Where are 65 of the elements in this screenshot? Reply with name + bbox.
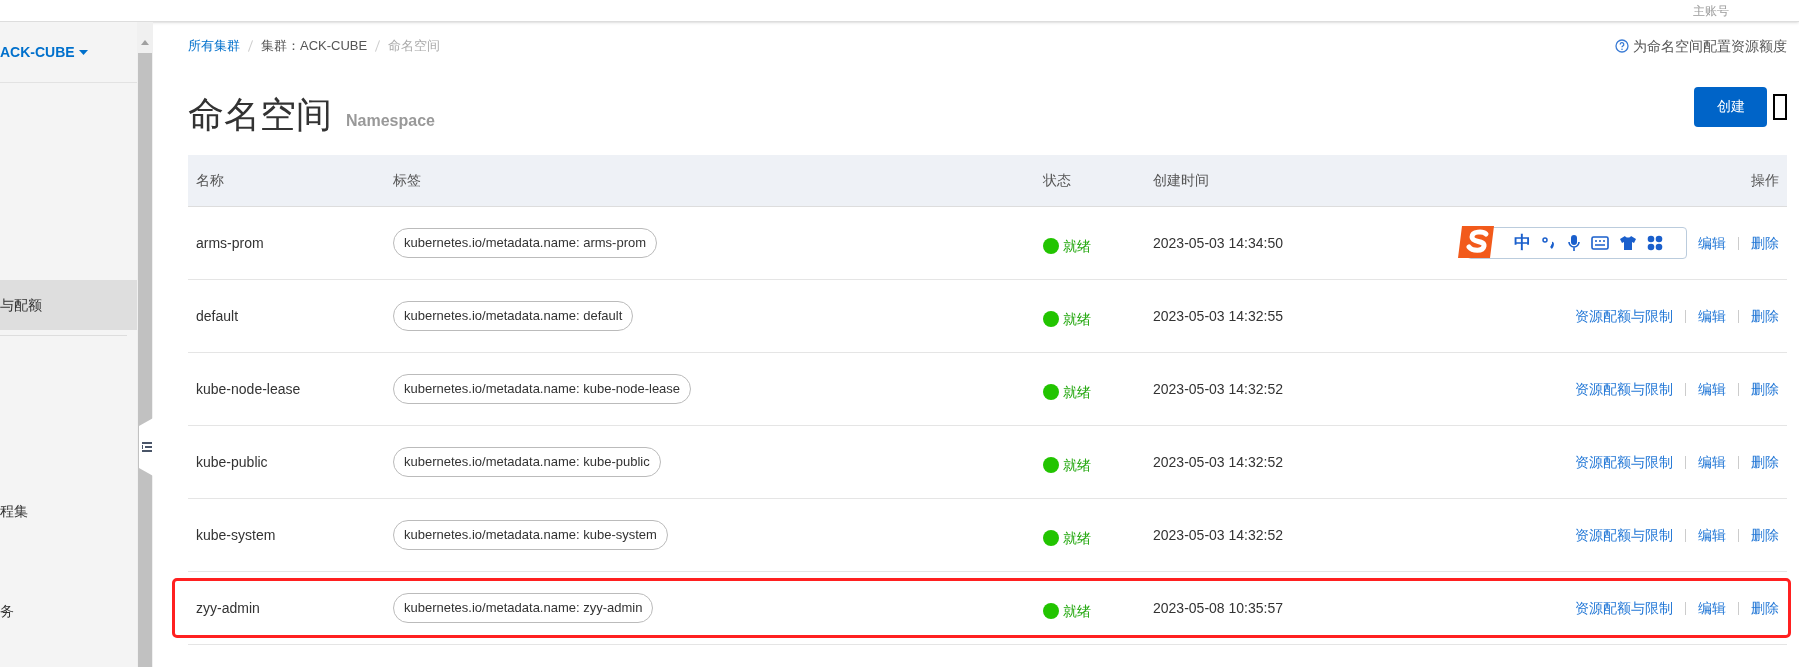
- table-cell-text: zyy-admin: [195, 598, 261, 618]
- action-link[interactable]: 编辑: [1698, 524, 1726, 546]
- create-button[interactable]: 创建: [1694, 86, 1767, 127]
- action-link[interactable]: 删除: [1751, 524, 1779, 546]
- status-text: 就绪: [1063, 309, 1091, 329]
- punctuation-icon[interactable]: [1541, 235, 1557, 251]
- caret-icon: [78, 49, 88, 55]
- table-cell-text: 2023-05-03 14:32:55: [1153, 306, 1284, 326]
- action-link[interactable]: 编辑: [1698, 305, 1726, 327]
- status-text: 就绪: [1063, 382, 1091, 402]
- sidebar-item[interactable]: 与配额: [0, 280, 137, 330]
- action-link[interactable]: 编辑: [1698, 451, 1726, 473]
- status-text: 就绪: [1063, 236, 1091, 256]
- column-header: 创建时间: [1153, 171, 1210, 190]
- action-link[interactable]: 删除: [1751, 378, 1779, 400]
- outline-rectangle: [1773, 93, 1787, 120]
- page-subtitle: Namespace: [346, 110, 435, 131]
- table-cell-text: 2023-05-03 14:32:52: [1153, 452, 1284, 472]
- action-link[interactable]: 资源配额与限制: [1575, 305, 1673, 327]
- action-link[interactable]: 编辑: [1698, 232, 1726, 254]
- microphone-icon[interactable]: [1567, 234, 1581, 252]
- table-cell-text: kube-public: [195, 452, 269, 472]
- action-link[interactable]: 编辑: [1698, 597, 1726, 619]
- table-cell-text: 2023-05-03 14:32:52: [1153, 525, 1284, 545]
- page-title: 命名空间: [188, 96, 332, 133]
- breadcrumb-item: 命名空间: [388, 37, 441, 56]
- help-icon: [1615, 39, 1629, 53]
- table-cell-text: 2023-05-03 14:34:50: [1153, 233, 1284, 253]
- label-tag: kubernetes.io/metadata.name: kube-system: [393, 520, 668, 550]
- table-cell-text: kube-system: [195, 525, 277, 545]
- action-link[interactable]: 删除: [1751, 305, 1779, 327]
- table-cell-text: arms-prom: [195, 233, 265, 253]
- breadcrumb-item[interactable]: 所有集群: [188, 36, 240, 56]
- sidebar-item[interactable]: 务: [0, 586, 137, 636]
- scrollbar-thumb[interactable]: [138, 53, 152, 667]
- scrollbar[interactable]: [137, 22, 153, 667]
- action-link[interactable]: 资源配额与限制: [1575, 524, 1673, 546]
- column-header: 状态: [1043, 171, 1072, 190]
- column-header: 标签: [393, 171, 422, 190]
- action-link[interactable]: 编辑: [1698, 378, 1726, 400]
- action-link[interactable]: 资源配额与限制: [1575, 378, 1673, 400]
- action-link[interactable]: 资源配额与限制: [1575, 451, 1673, 473]
- keyboard-icon[interactable]: [1591, 236, 1609, 250]
- table-cell-text: 2023-05-03 14:32:52: [1153, 379, 1284, 399]
- breadcrumb-item: 集群：ACK-CUBE: [261, 37, 368, 56]
- status-text: 就绪: [1063, 601, 1091, 621]
- action-link[interactable]: 删除: [1751, 451, 1779, 473]
- status-text: 就绪: [1063, 455, 1091, 475]
- account-label[interactable]: 主账号: [1693, 4, 1729, 17]
- action-link[interactable]: 删除: [1751, 232, 1779, 254]
- sidebar-item[interactable]: 程集: [0, 486, 137, 536]
- cluster-selector[interactable]: ACK-CUBE: [0, 41, 88, 63]
- table-cell-text: default: [195, 306, 240, 326]
- status-text: 就绪: [1063, 528, 1091, 548]
- grid-icon[interactable]: [1647, 235, 1663, 251]
- action-link[interactable]: 资源配额与限制: [1575, 597, 1673, 619]
- column-header: 名称: [195, 171, 225, 190]
- action-link[interactable]: 删除: [1751, 597, 1779, 619]
- column-header: 操作: [1750, 171, 1780, 190]
- list-icon: [142, 442, 152, 452]
- ime-mode[interactable]: 中: [1514, 230, 1531, 256]
- table-cell-text: 2023-05-08 10:35:57: [1153, 598, 1284, 618]
- help-link[interactable]: 为命名空间配置资源额度: [1615, 35, 1787, 57]
- shirt-icon[interactable]: [1619, 235, 1637, 251]
- table-cell-text: kube-node-lease: [195, 379, 302, 399]
